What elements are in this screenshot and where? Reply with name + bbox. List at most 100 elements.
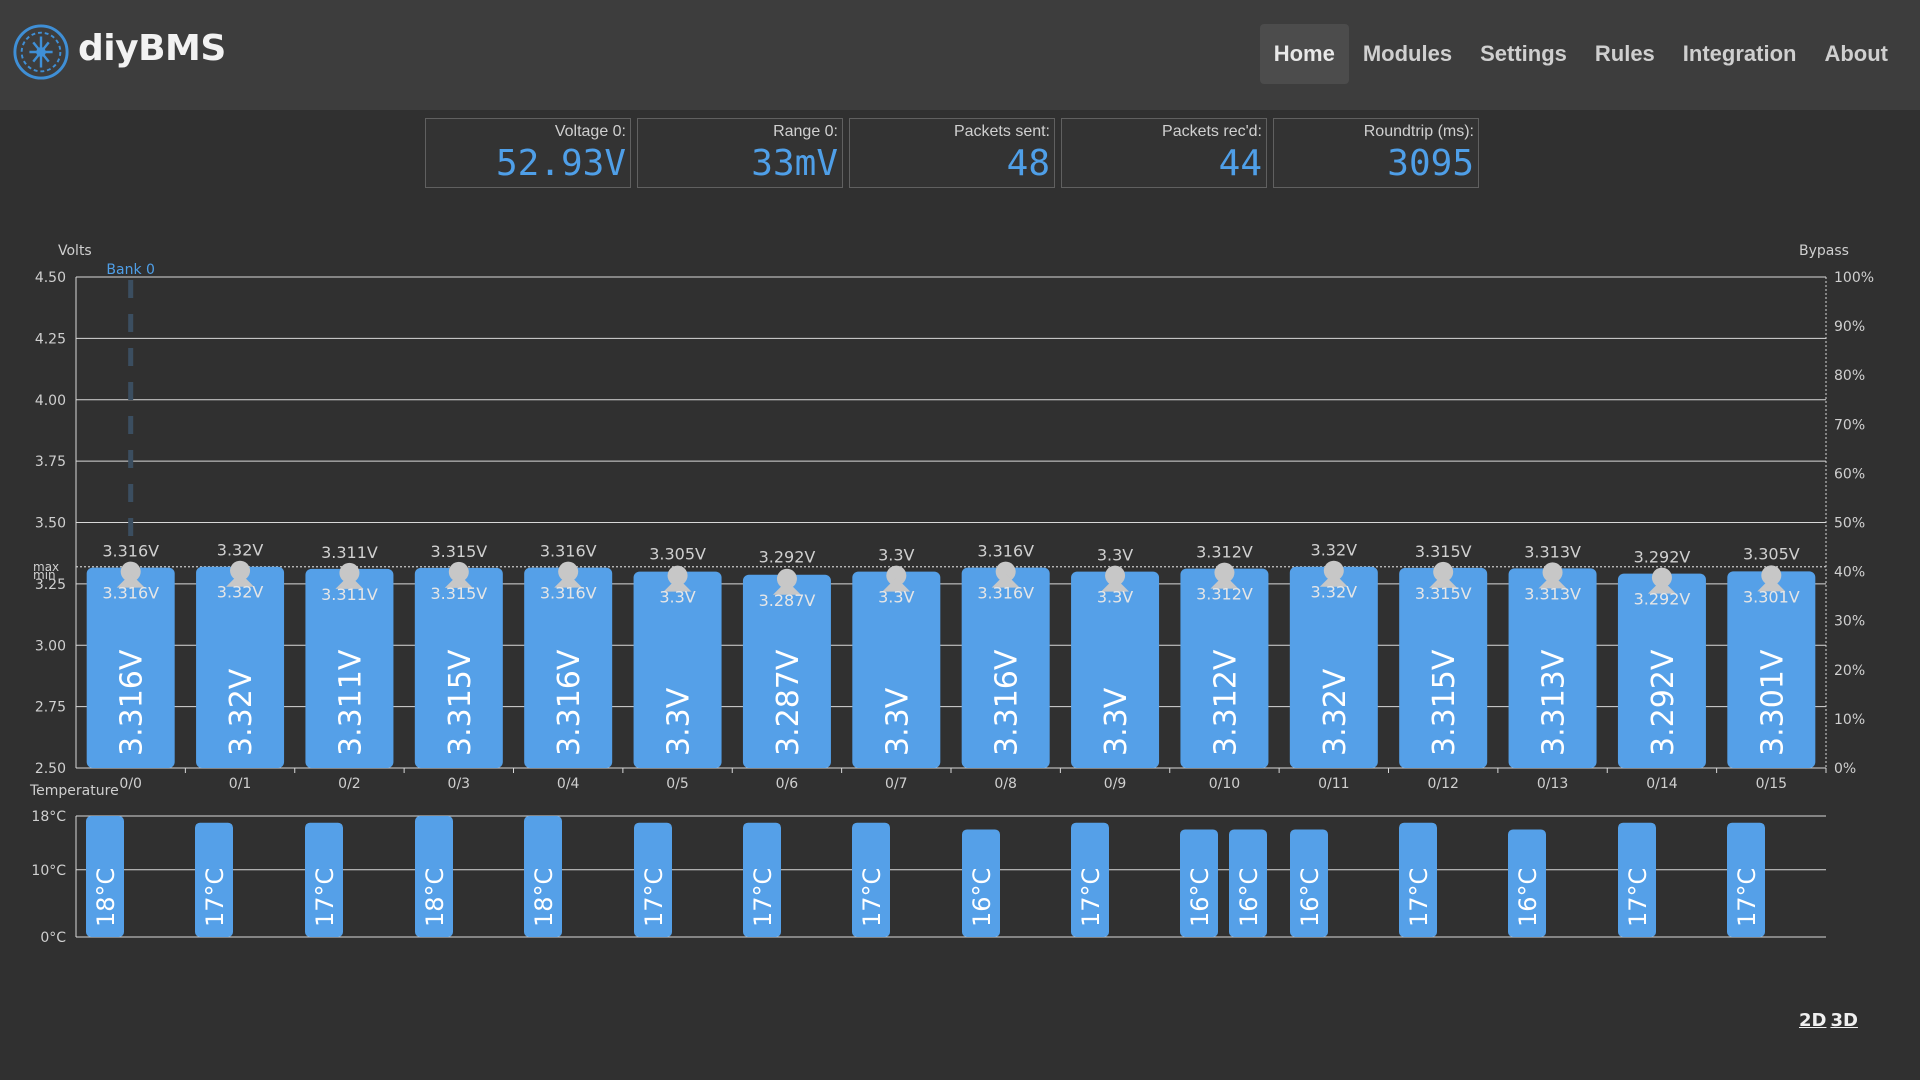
temperature-tick-label: 0°C bbox=[40, 930, 66, 946]
volts-tick-label: 4.00 bbox=[35, 393, 66, 409]
voltage-max-label: 3.311V bbox=[321, 543, 378, 562]
temperature-tick-label: 10°C bbox=[31, 863, 66, 879]
temperature-rotated-label: 17°C bbox=[1405, 868, 1433, 927]
cell-charts: Volts Bypass2.502.753.003.253.503.754.004… bbox=[29, 243, 1874, 946]
bypass-tick-label: 70% bbox=[1834, 417, 1865, 433]
voltage-rotated-label: 3.3V bbox=[662, 687, 697, 756]
voltage-max-label: 3.305V bbox=[649, 544, 706, 563]
voltage-max-label: 3.32V bbox=[1311, 541, 1358, 560]
voltage-rotated-label: 3.32V bbox=[1318, 668, 1353, 756]
voltage-rotated-label: 3.316V bbox=[990, 649, 1025, 756]
voltage-rotated-label: 3.316V bbox=[115, 649, 150, 756]
cell-category-label: 0/0 bbox=[119, 776, 142, 792]
voltage-inner-label: 3.32V bbox=[217, 583, 264, 602]
cell-category-label: 0/7 bbox=[885, 776, 908, 792]
cell-category-label: 0/8 bbox=[994, 776, 1017, 792]
cell-category-label: 0/9 bbox=[1104, 776, 1127, 792]
temperature-rotated-label: 17°C bbox=[858, 868, 886, 927]
temperature-rotated-label: 16°C bbox=[1514, 868, 1542, 927]
volts-tick-label: 4.50 bbox=[35, 270, 66, 286]
bypass-axis-label: Bypass bbox=[1799, 243, 1849, 259]
voltage-rotated-label: 3.313V bbox=[1537, 649, 1572, 756]
bypass-tick-label: 90% bbox=[1834, 319, 1865, 335]
temperature-rotated-label: 16°C bbox=[1296, 868, 1324, 927]
cell-category-label: 0/12 bbox=[1427, 776, 1458, 792]
voltage-rotated-label: 3.315V bbox=[1427, 649, 1462, 756]
voltage-max-label: 3.3V bbox=[1097, 546, 1133, 565]
volts-tick-label: 4.25 bbox=[35, 331, 66, 347]
cell-category-label: 0/5 bbox=[666, 776, 689, 792]
cell-category-label: 0/6 bbox=[776, 776, 799, 792]
voltage-inner-label: 3.3V bbox=[878, 588, 914, 607]
volts-tick-label: 2.50 bbox=[35, 761, 66, 777]
temperature-rotated-label: 18°C bbox=[421, 868, 449, 927]
temperature-axis-label: Temperature bbox=[29, 783, 119, 799]
voltage-max-label: 3.312V bbox=[1196, 543, 1253, 562]
bypass-tick-label: 50% bbox=[1834, 516, 1865, 532]
voltage-max-label: 3.316V bbox=[102, 542, 159, 561]
voltage-rotated-label: 3.292V bbox=[1646, 649, 1681, 756]
voltage-inner-label: 3.315V bbox=[1415, 584, 1472, 603]
cell-category-label: 0/11 bbox=[1318, 776, 1349, 792]
voltage-rotated-label: 3.287V bbox=[771, 649, 806, 756]
volts-tick-label: 2.75 bbox=[35, 700, 66, 716]
voltage-rotated-label: 3.32V bbox=[224, 668, 259, 756]
voltage-max-label: 3.3V bbox=[878, 546, 914, 565]
voltage-inner-label: 3.3V bbox=[659, 588, 695, 607]
voltage-rotated-label: 3.311V bbox=[333, 649, 368, 756]
temperature-rotated-label: 17°C bbox=[1077, 868, 1105, 927]
bypass-tick-label: 0% bbox=[1834, 761, 1856, 777]
cell-category-label: 0/10 bbox=[1209, 776, 1240, 792]
voltage-max-label: 3.316V bbox=[540, 542, 597, 561]
temperature-rotated-label: 17°C bbox=[640, 868, 668, 927]
voltage-max-label: 3.292V bbox=[1634, 548, 1691, 567]
voltage-max-label: 3.305V bbox=[1743, 544, 1800, 563]
temperature-rotated-label: 17°C bbox=[311, 868, 339, 927]
voltage-inner-label: 3.315V bbox=[430, 584, 487, 603]
temperature-rotated-label: 17°C bbox=[1733, 868, 1761, 927]
voltage-max-label: 3.292V bbox=[759, 548, 816, 567]
voltage-inner-label: 3.312V bbox=[1196, 585, 1253, 604]
voltage-max-label: 3.32V bbox=[217, 541, 264, 560]
cell-category-label: 0/15 bbox=[1756, 776, 1787, 792]
voltage-rotated-label: 3.315V bbox=[443, 649, 478, 756]
voltage-inner-label: 3.316V bbox=[102, 584, 159, 603]
cell-category-label: 0/4 bbox=[557, 776, 580, 792]
mode-2d-link[interactable]: 2D bbox=[1799, 1010, 1826, 1031]
voltage-max-label: 3.316V bbox=[977, 542, 1034, 561]
volts-axis-label: Volts bbox=[58, 243, 92, 259]
temperature-rotated-label: 17°C bbox=[201, 868, 229, 927]
bypass-tick-label: 30% bbox=[1834, 614, 1865, 630]
mode-3d-link[interactable]: 3D bbox=[1830, 1010, 1857, 1031]
cell-category-label: 0/14 bbox=[1646, 776, 1678, 792]
temperature-rotated-label: 16°C bbox=[1235, 868, 1263, 927]
voltage-rotated-label: 3.3V bbox=[880, 687, 915, 756]
voltage-max-label: 3.315V bbox=[430, 542, 487, 561]
bypass-tick-label: 10% bbox=[1834, 712, 1865, 728]
bypass-tick-label: 20% bbox=[1834, 663, 1865, 679]
voltage-rotated-label: 3.316V bbox=[552, 649, 587, 756]
volts-tick-label: 3.75 bbox=[35, 454, 66, 470]
temperature-rotated-label: 16°C bbox=[968, 868, 996, 927]
bypass-tick-label: 60% bbox=[1834, 466, 1865, 482]
cell-category-label: 0/3 bbox=[448, 776, 471, 792]
voltage-inner-label: 3.316V bbox=[977, 584, 1034, 603]
view-mode-links: 2D 3D bbox=[1799, 1010, 1862, 1031]
temperature-rotated-label: 18°C bbox=[530, 868, 558, 927]
voltage-inner-label: 3.3V bbox=[1097, 588, 1133, 607]
voltage-inner-label: 3.287V bbox=[759, 591, 816, 610]
temperature-rotated-label: 16°C bbox=[1186, 868, 1214, 927]
bypass-tick-label: 40% bbox=[1834, 565, 1865, 581]
cell-category-label: 0/13 bbox=[1537, 776, 1568, 792]
temperature-rotated-label: 18°C bbox=[92, 868, 120, 927]
voltage-inner-label: 3.32V bbox=[1311, 583, 1358, 602]
volts-tick-label: 3.00 bbox=[35, 638, 66, 654]
temperature-rotated-label: 17°C bbox=[749, 868, 777, 927]
voltage-max-label: 3.313V bbox=[1524, 542, 1581, 561]
cell-category-label: 0/1 bbox=[229, 776, 252, 792]
voltage-rotated-label: 3.3V bbox=[1099, 687, 1134, 756]
bank-label: Bank 0 bbox=[106, 262, 155, 278]
temperature-tick-label: 18°C bbox=[31, 809, 66, 825]
voltage-rotated-label: 3.312V bbox=[1208, 649, 1243, 756]
bypass-tick-label: 100% bbox=[1834, 270, 1874, 286]
